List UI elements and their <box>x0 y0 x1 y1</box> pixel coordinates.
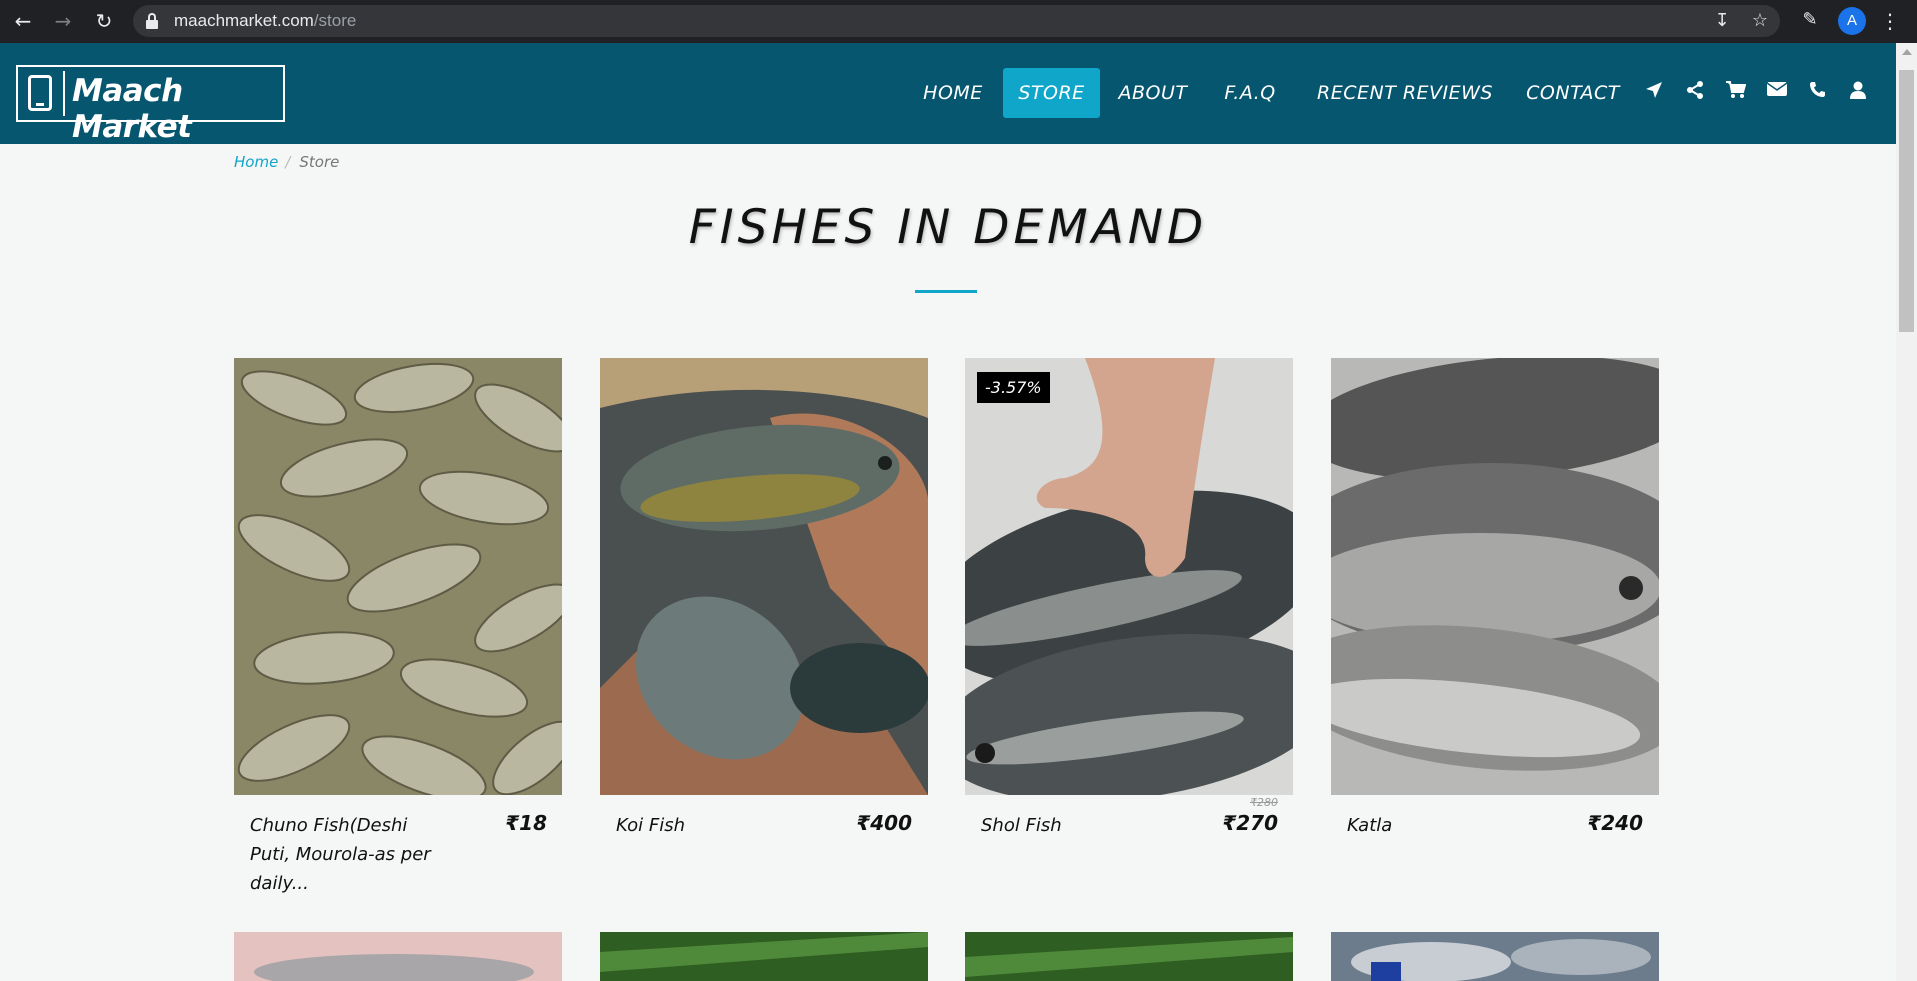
product-price: ₹18 <box>505 811 547 835</box>
breadcrumb-separator: / <box>285 153 291 171</box>
url-text[interactable]: maachmarket.com/store <box>174 11 356 31</box>
address-bar[interactable]: maachmarket.com/store ↧ ☆ <box>133 5 1780 37</box>
lock-icon <box>146 13 158 29</box>
logo-divider <box>63 71 65 116</box>
breadcrumb: Home / Store <box>234 153 339 171</box>
forward-arrow-icon[interactable]: → <box>50 8 76 34</box>
extensions-icon[interactable]: ✎ <box>1798 9 1822 30</box>
page-scrollbar[interactable] <box>1896 43 1917 981</box>
cart-icon[interactable] <box>1724 81 1748 99</box>
scrollbar-thumb[interactable] <box>1899 70 1914 332</box>
product-old-price: ₹280 <box>1250 796 1278 809</box>
discount-badge: -3.57% <box>977 372 1050 403</box>
product-name[interactable]: Koi Fish <box>616 811 816 840</box>
reload-icon[interactable]: ↻ <box>91 8 117 34</box>
product-price: ₹400 <box>856 811 912 835</box>
install-app-icon[interactable]: ↧ <box>1711 10 1733 32</box>
nav-home[interactable]: HOME <box>915 68 991 118</box>
user-icon[interactable] <box>1846 81 1870 99</box>
product-image[interactable] <box>234 932 562 981</box>
envelope-icon[interactable] <box>1765 81 1789 97</box>
back-arrow-icon[interactable]: ← <box>10 8 36 34</box>
profile-avatar[interactable]: A <box>1838 7 1866 35</box>
nav-store[interactable]: STORE <box>1003 68 1100 118</box>
browser-toolbar: ← → ↻ maachmarket.com/store ↧ ☆ ✎ A ⋮ <box>0 0 1917 43</box>
breadcrumb-current: Store <box>299 153 340 171</box>
browser-menu-icon[interactable]: ⋮ <box>1880 7 1900 35</box>
location-arrow-icon[interactable] <box>1642 81 1666 99</box>
breadcrumb-home-link[interactable]: Home <box>234 153 278 171</box>
logo-text: Maach Market <box>72 73 192 145</box>
site-logo[interactable]: Maach Market <box>16 65 285 145</box>
product-image[interactable] <box>600 932 928 981</box>
page-title: FISHES IN DEMAND <box>688 200 1208 255</box>
nav-recent-reviews[interactable]: RECENT REVIEWS <box>1313 68 1497 118</box>
product-name[interactable]: Chuno Fish(Deshi Puti, Mourola-as per da… <box>250 811 450 898</box>
nav-faq[interactable]: F.A.Q <box>1216 68 1284 118</box>
product-name[interactable]: Shol Fish <box>981 811 1181 840</box>
phone-logo-icon <box>28 75 52 111</box>
product-image-koi-fish[interactable] <box>600 358 928 795</box>
product-price: ₹270 <box>1222 811 1278 835</box>
nav-about[interactable]: ABOUT <box>1113 68 1193 118</box>
product-image[interactable] <box>1331 932 1659 981</box>
product-name[interactable]: Katla <box>1347 811 1547 840</box>
title-underline <box>915 290 977 293</box>
phone-icon[interactable] <box>1805 81 1829 98</box>
share-icon[interactable] <box>1683 81 1707 99</box>
product-image-katla[interactable] <box>1331 358 1659 795</box>
product-image-chuno-fish[interactable] <box>234 358 562 795</box>
product-image-shol-fish[interactable]: -3.57% <box>965 358 1293 795</box>
nav-contact[interactable]: CONTACT <box>1520 68 1626 118</box>
scroll-up-arrow-icon[interactable] <box>1902 49 1912 55</box>
product-price: ₹240 <box>1587 811 1643 835</box>
bookmark-star-icon[interactable]: ☆ <box>1749 10 1771 32</box>
product-image[interactable] <box>965 932 1293 981</box>
